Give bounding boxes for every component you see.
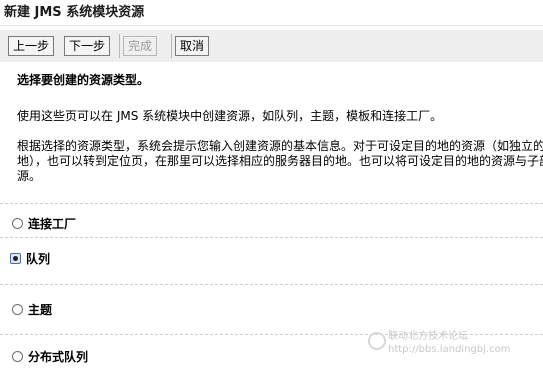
next-button[interactable]: 下一步 xyxy=(64,36,111,56)
back-button[interactable]: 上一步 xyxy=(8,36,55,56)
intro-paragraph: 使用这些页可以在 JMS 系统模块中创建资源，如队列，主题，模板和连接工厂。 xyxy=(17,109,443,123)
watermark-line-2: http://bbs.landingbj.com xyxy=(388,344,511,355)
option-topic[interactable]: 主题 xyxy=(12,299,52,319)
option-label: 分布式队列 xyxy=(28,349,89,364)
window-title: 新建 JMS 系统模块资源 xyxy=(0,0,543,26)
radio-button[interactable] xyxy=(12,350,23,362)
cancel-button[interactable]: 取消 xyxy=(175,36,210,56)
radio-button[interactable] xyxy=(12,217,23,229)
option-label: 连接工厂 xyxy=(28,216,77,231)
divider xyxy=(0,284,543,285)
watermark: 联动北方技术论坛 http://bbs.landingbj.com xyxy=(388,330,510,356)
option-label: 主题 xyxy=(28,302,53,317)
section-heading: 选择要创建的资源类型。 xyxy=(17,73,150,87)
help-paragraph-line-2: 地），也可以转到定位页，在那里可以选择相应的服务器目的地。也可以将可设定目的地的… xyxy=(17,154,543,168)
watermark-icon xyxy=(368,332,386,350)
option-connection-factory[interactable]: 连接工厂 xyxy=(12,213,76,233)
option-queue[interactable]: 队列 xyxy=(10,248,51,268)
help-paragraph-line-3: 源。 xyxy=(17,169,42,183)
watermark-line-1: 联动北方技术论坛 xyxy=(388,331,468,342)
radio-button[interactable] xyxy=(10,252,21,264)
wizard-toolbar: 上一步 下一步 完成 取消 xyxy=(0,30,543,62)
option-label: 队列 xyxy=(26,251,51,266)
help-paragraph-line-1: 根据选择的资源类型，系统会提示您输入创建资源的基本信息。对于可设定目的地的资源（… xyxy=(17,139,543,153)
toolbar-separator xyxy=(119,34,120,58)
divider xyxy=(0,203,543,204)
option-distributed-queue[interactable]: 分布式队列 xyxy=(12,346,88,366)
radio-button[interactable] xyxy=(12,303,23,315)
finish-button: 完成 xyxy=(123,36,158,56)
divider xyxy=(0,237,543,238)
toolbar-separator xyxy=(171,34,172,58)
